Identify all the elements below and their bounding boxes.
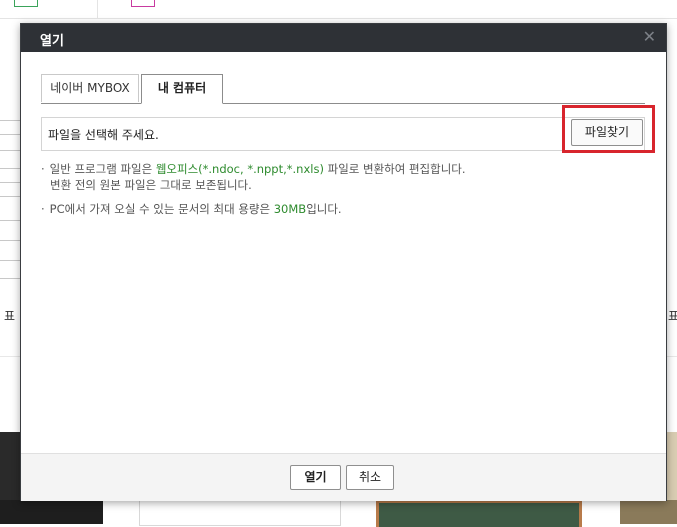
note-convert-prefix: 일반 프로그램 파일은	[49, 162, 156, 176]
close-icon[interactable]: ✕	[643, 28, 656, 46]
background-divider	[97, 0, 98, 18]
background-thumbnail-left	[0, 110, 21, 288]
tab-my-computer[interactable]: 내 컴퓨터	[141, 74, 223, 104]
file-path-placeholder: 파일을 선택해 주세요.	[48, 128, 159, 142]
dialog-footer: 열기 취소	[21, 453, 666, 501]
highlight-box	[562, 105, 655, 153]
background-board-thumbnail	[376, 500, 582, 527]
open-file-dialog: 열기 ✕ 네이버 MYBOX 내 컴퓨터 파일을 선택해 주세요. 파일찾기 ·…	[20, 23, 667, 501]
note-max-size-highlight: 30MB	[273, 202, 307, 216]
note-max-size-suffix: 입니다.	[306, 202, 342, 216]
note-max-size-prefix: PC에서 가져 오실 수 있는 문서의 최대 용량은	[49, 202, 274, 216]
note-convert: · 일반 프로그램 파일은 웹오피스(*.ndoc, *.nppt,*.nxls)…	[41, 162, 466, 176]
dialog-title: 열기	[40, 34, 64, 49]
background-doc-icon-green	[14, 0, 38, 7]
source-tabs: 네이버 MYBOX 내 컴퓨터	[41, 74, 645, 104]
tab-naver-mybox[interactable]: 네이버 MYBOX	[41, 74, 139, 102]
note-convert-suffix: 파일로 변환하여 편집합니다.	[323, 162, 466, 176]
background-doc-icon-pink	[131, 0, 155, 7]
background-label-left: 표	[4, 309, 16, 323]
background-doc-thumbnail	[139, 500, 341, 526]
note-max-size: · PC에서 가져 오실 수 있는 문서의 최대 용량은 30MB입니다.	[41, 202, 342, 216]
open-button[interactable]: 열기	[290, 465, 341, 490]
cancel-button[interactable]: 취소	[346, 465, 394, 490]
note-preserve: 변환 전의 원본 파일은 그대로 보존됩니다.	[50, 178, 252, 192]
background-photo-left-bottom	[0, 500, 103, 524]
dialog-header: 열기 ✕	[21, 24, 666, 52]
file-path-field[interactable]: 파일을 선택해 주세요.	[41, 117, 645, 151]
background-photo-right	[620, 500, 677, 524]
note-convert-highlight: 웹오피스(*.ndoc, *.nppt,*.nxls)	[155, 162, 324, 176]
background-toolbar	[0, 0, 677, 19]
background-label-right: 표	[668, 309, 677, 323]
